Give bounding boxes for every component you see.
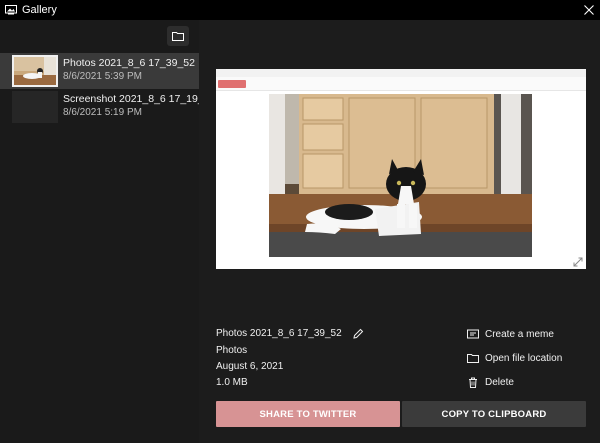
copy-to-clipboard-button[interactable]: COPY TO CLIPBOARD — [402, 401, 586, 427]
file-details: Photos 2021_8_6 17_39_52 Photos August 6… — [216, 327, 364, 391]
trash-icon — [467, 376, 479, 388]
thumbnail — [12, 91, 58, 123]
sidebar: Photos 2021_8_6 17_39_52 8/6/2021 5:39 P… — [0, 20, 215, 443]
action-label: Create a meme — [485, 328, 554, 340]
meme-icon — [467, 328, 479, 340]
preview-image[interactable] — [216, 69, 586, 269]
preview-titlebar — [216, 69, 586, 77]
window-title: Gallery — [22, 4, 57, 16]
file-size: 1.0 MB — [216, 377, 248, 388]
file-date: August 6, 2021 — [216, 361, 284, 372]
item-name: Photos 2021_8_6 17_39_52 — [63, 57, 195, 69]
main-panel: Photos 2021_8_6 17_39_52 Photos August 6… — [199, 20, 600, 443]
share-to-twitter-button[interactable]: SHARE TO TWITTER — [216, 401, 400, 427]
file-app: Photos — [216, 345, 248, 356]
close-button[interactable] — [580, 1, 598, 19]
action-label: Open file location — [485, 352, 563, 364]
folder-icon — [467, 352, 479, 364]
list-item[interactable]: Screenshot 2021_8_6 17_19_57 8/6/2021 5:… — [0, 89, 215, 125]
preview-toolbar — [216, 77, 586, 91]
close-icon — [584, 5, 594, 15]
folder-icon — [172, 32, 184, 41]
list-item[interactable]: Photos 2021_8_6 17_39_52 8/6/2021 5:39 P… — [0, 53, 199, 89]
item-date: 8/6/2021 5:19 PM — [63, 107, 142, 118]
actions-list: Create a meme Open file location Delete — [467, 327, 562, 394]
action-label: Delete — [485, 376, 514, 388]
gallery-icon — [5, 5, 17, 15]
item-name: Screenshot 2021_8_6 17_19_57 — [63, 93, 216, 105]
title-bar: Gallery — [0, 0, 600, 20]
item-date: 8/6/2021 5:39 PM — [63, 71, 142, 82]
file-name: Photos 2021_8_6 17_39_52 — [216, 328, 342, 339]
pencil-icon[interactable] — [352, 328, 364, 340]
open-folder-button[interactable] — [167, 26, 189, 46]
open-file-location-action[interactable]: Open file location — [467, 346, 562, 370]
create-meme-action[interactable]: Create a meme — [467, 322, 562, 346]
thumbnail — [12, 55, 58, 87]
delete-action[interactable]: Delete — [467, 370, 562, 394]
expand-icon[interactable] — [573, 257, 583, 267]
cat-photo — [269, 94, 532, 257]
